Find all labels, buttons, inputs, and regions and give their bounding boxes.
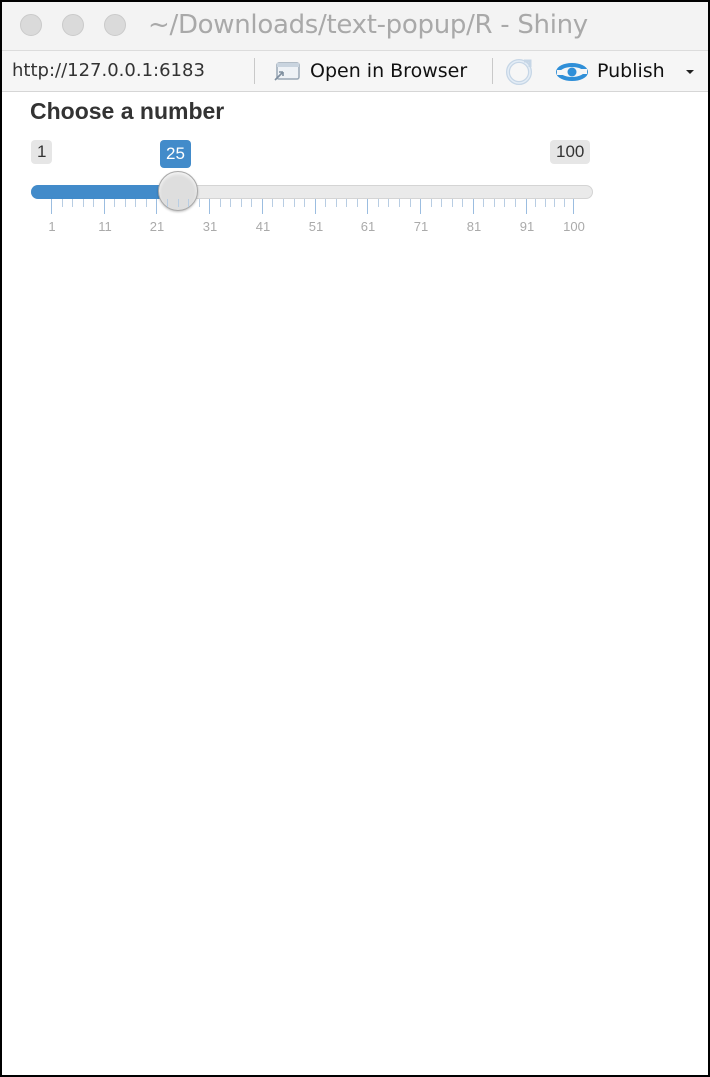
slider-tick-label: 100 <box>563 219 585 234</box>
slider-minor-tick <box>515 199 516 207</box>
slider-minor-tick <box>283 199 284 207</box>
toolbar-separator <box>492 58 493 84</box>
slider-tick-label: 81 <box>466 219 482 234</box>
close-window-button[interactable] <box>20 14 42 36</box>
slider-minor-tick <box>452 199 453 207</box>
slider-minor-tick <box>357 199 358 207</box>
zoom-window-button[interactable] <box>104 14 126 36</box>
slider-minor-tick <box>388 199 389 207</box>
slider-minor-tick <box>494 199 495 207</box>
slider-minor-tick <box>346 199 347 207</box>
slider-tick-label: 51 <box>308 219 324 234</box>
chevron-down-icon <box>686 70 694 74</box>
minimize-window-button[interactable] <box>62 14 84 36</box>
app-url: http://127.0.0.1:6183 <box>12 60 205 81</box>
slider-minor-tick <box>441 199 442 207</box>
publish-label: Publish <box>597 60 665 82</box>
window-title: ~/Downloads/text-popup/R - Shiny <box>148 10 588 40</box>
slider-major-tick <box>573 199 574 214</box>
slider-tick-label: 1 <box>48 219 56 234</box>
slider-tick-label: 11 <box>98 219 112 234</box>
slider-minor-tick <box>431 199 432 207</box>
slider-tick-label: 21 <box>149 219 165 234</box>
slider-minor-tick <box>83 199 84 207</box>
slider-major-tick <box>420 199 421 214</box>
slider-minor-tick <box>410 199 411 207</box>
refresh-button[interactable] <box>502 55 536 87</box>
slider-minor-tick <box>72 199 73 207</box>
slider-minor-tick <box>304 199 305 207</box>
slider-minor-tick <box>294 199 295 207</box>
toolbar-separator <box>254 58 255 84</box>
slider-major-tick <box>367 199 368 214</box>
slider-minor-tick <box>399 199 400 207</box>
slider-tick-label: 91 <box>519 219 535 234</box>
slider-minor-tick <box>93 199 94 207</box>
slider-minor-tick <box>545 199 546 207</box>
slider-major-tick <box>209 199 210 214</box>
slider-minor-tick <box>167 199 168 207</box>
slider-minor-tick <box>272 199 273 207</box>
open-in-browser-label: Open in Browser <box>310 60 468 82</box>
title-bar: ~/Downloads/text-popup/R - Shiny <box>2 2 708 51</box>
slider-major-tick <box>526 199 527 214</box>
slider-minor-tick <box>178 199 179 207</box>
slider-minor-tick <box>504 199 505 207</box>
slider-minor-tick <box>378 199 379 207</box>
slider-min-label: 1 <box>31 140 53 164</box>
slider-minor-tick <box>62 199 63 207</box>
slider-major-tick <box>104 199 105 214</box>
publish-icon <box>556 63 588 81</box>
slider-tick-label: 31 <box>202 219 218 234</box>
refresh-icon <box>506 59 532 85</box>
slider-minor-tick <box>146 199 147 207</box>
slider-label: Choose a number <box>30 98 225 124</box>
slider-major-tick <box>51 199 52 214</box>
rstudio-viewer-window: ~/Downloads/text-popup/R - Shiny http://… <box>0 0 710 1077</box>
slider-tick-label: 71 <box>413 219 429 234</box>
slider-minor-tick <box>325 199 326 207</box>
slider-minor-tick <box>241 199 242 207</box>
slider-minor-tick <box>336 199 337 207</box>
slider-minor-tick <box>230 199 231 207</box>
slider-fill <box>31 185 178 199</box>
slider-major-tick <box>262 199 263 214</box>
slider-minor-tick <box>535 199 536 207</box>
viewer-toolbar: http://127.0.0.1:6183 Open in Browser Pu… <box>2 51 708 92</box>
slider-minor-tick <box>564 199 565 207</box>
slider-tick-label: 41 <box>255 219 271 234</box>
slider-minor-tick <box>483 199 484 207</box>
slider-minor-tick <box>125 199 126 207</box>
slider-major-tick <box>473 199 474 214</box>
slider-major-tick <box>315 199 316 214</box>
open-in-browser-button[interactable]: Open in Browser <box>272 56 482 86</box>
publish-menu-button[interactable] <box>680 61 700 81</box>
slider-minor-tick <box>114 199 115 207</box>
slider-minor-tick <box>135 199 136 207</box>
slider-max-label: 100 <box>550 140 591 164</box>
slider-minor-tick <box>188 199 189 207</box>
slider-grid: 1 11 21 31 41 51 61 71 81 91 100 <box>2 199 708 259</box>
slider-minor-tick <box>220 199 221 207</box>
slider-minor-tick <box>251 199 252 207</box>
slider-tick-label: 61 <box>360 219 376 234</box>
publish-button[interactable]: Publish <box>555 56 673 86</box>
slider-minor-tick <box>462 199 463 207</box>
slider-minor-tick <box>199 199 200 207</box>
open-in-browser-icon <box>274 62 300 81</box>
slider-minor-tick <box>554 199 555 207</box>
shiny-app-content: Choose a number 1 25 100 1 11 21 31 41 51 61 71… <box>2 92 708 1075</box>
slider-major-tick <box>156 199 157 214</box>
slider-value-bubble: 25 <box>160 140 191 168</box>
